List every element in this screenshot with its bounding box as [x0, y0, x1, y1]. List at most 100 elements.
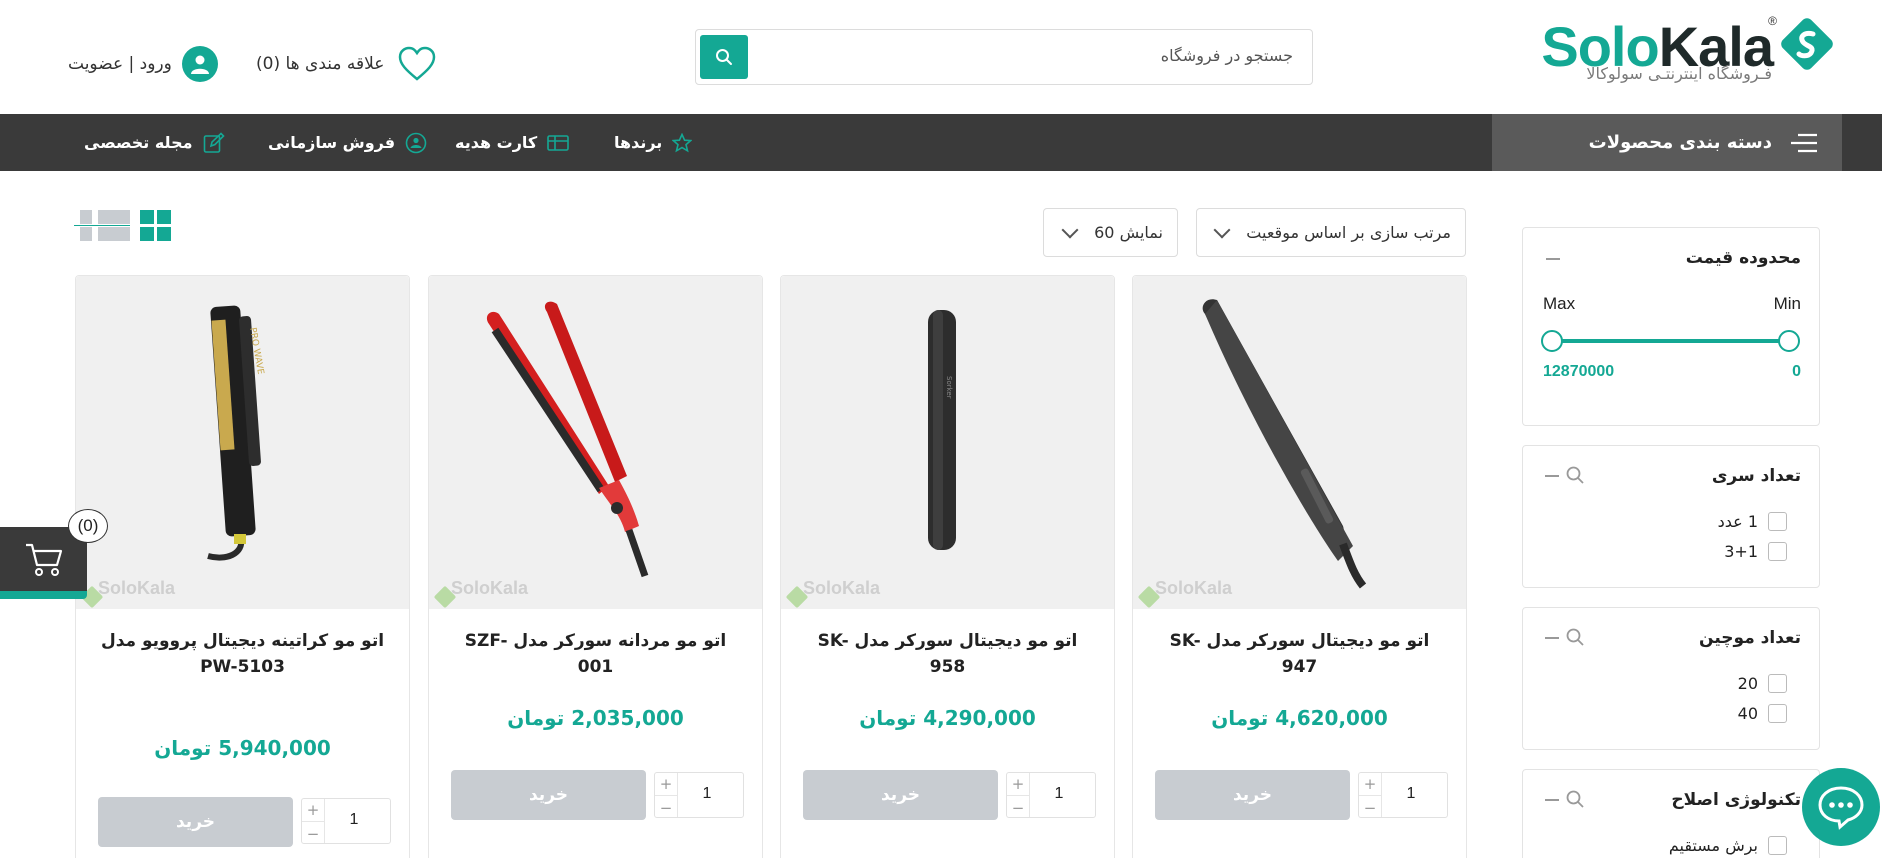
filter-price: محدوده قیمت Min Max 0 12870000 — [1522, 227, 1820, 426]
add-to-cart-button[interactable]: خرید — [98, 797, 293, 847]
filter-price-title: محدوده قیمت — [1685, 248, 1801, 268]
filter-option-label: 40 — [1737, 704, 1758, 723]
add-to-cart-button[interactable]: خرید — [803, 770, 998, 820]
filter-option[interactable]: 40 — [1738, 704, 1787, 723]
registered-mark: ® — [1768, 14, 1777, 28]
quantity-stepper[interactable]: + − 1 — [1358, 772, 1448, 818]
chevron-down-icon — [1213, 221, 1231, 238]
checkbox[interactable] — [1768, 704, 1787, 723]
add-to-cart-button[interactable]: خرید — [451, 770, 646, 820]
product-image[interactable]: Sorker SoloKala — [781, 276, 1114, 609]
product-image[interactable]: SoloKala — [429, 276, 762, 609]
quantity-input[interactable]: 1 — [334, 811, 374, 829]
quantity-input[interactable]: 1 — [1391, 785, 1431, 803]
product-title[interactable]: اتو مو مردانه سورکر مدل SZF-001 — [449, 628, 742, 680]
checkbox[interactable] — [1768, 512, 1787, 531]
price-max-handle[interactable] — [1541, 330, 1563, 352]
categories-menu-button[interactable]: دسته بندی محصولات — [1492, 114, 1842, 171]
filter-option-label: 3+1 — [1724, 542, 1758, 561]
checkbox[interactable] — [1768, 542, 1787, 561]
product-card[interactable]: SoloKala اتو مو مردانه سورکر مدل SZF-001… — [428, 275, 763, 858]
price-range-track[interactable] — [1553, 339, 1791, 343]
filter-option[interactable]: 20 — [1738, 674, 1787, 693]
qty-decrease-button[interactable]: − — [1007, 796, 1029, 819]
qty-increase-button[interactable]: + — [1007, 773, 1029, 796]
filter-heads-title: تعداد سری — [1711, 466, 1801, 486]
nav-item-brands[interactable]: برندها — [614, 114, 693, 171]
categories-label: دسته بندی محصولات — [1588, 132, 1772, 153]
nav-label-magazine: مجله تخصصی — [84, 133, 193, 152]
qty-increase-button[interactable]: + — [1359, 773, 1381, 796]
quantity-input[interactable]: 1 — [687, 785, 727, 803]
search-icon[interactable] — [1565, 627, 1585, 647]
quantity-stepper[interactable]: + − 1 — [301, 798, 391, 844]
wishlist-link[interactable]: علاقه مندی ها (0) — [256, 44, 436, 84]
sort-select[interactable]: مرتب سازی بر اساس موقعیت — [1196, 208, 1466, 257]
product-card[interactable]: SoloKala اتو مو دیجیتال سورکر مدل SK-947… — [1132, 275, 1467, 858]
star-icon — [672, 132, 693, 152]
product-card[interactable]: PRO WAVE SoloKala اتو مو کراتینه دیجیتال… — [75, 275, 410, 858]
svg-text:Sorker: Sorker — [945, 376, 953, 399]
logo-tagline: فـروشگاه اینترنتـی سولوکالا — [1586, 64, 1772, 83]
product-price: 4,290,000 تومان — [859, 706, 1036, 730]
qty-decrease-button[interactable]: − — [1359, 796, 1381, 819]
collapse-icon[interactable] — [1545, 799, 1559, 801]
price-min-value: 0 — [1792, 363, 1801, 380]
chat-button[interactable] — [1802, 768, 1880, 846]
nav-label-organization: فروش سازمانی — [268, 133, 396, 152]
nav-item-gift-card[interactable]: کارت هدیه — [455, 114, 570, 171]
grid-view-icon[interactable] — [140, 210, 172, 241]
search-input[interactable]: جستجو در فروشگاه — [1161, 46, 1293, 65]
quantity-stepper[interactable]: + − 1 — [654, 772, 744, 818]
search-icon[interactable] — [1565, 789, 1585, 809]
filter-option-label: 1 عدد — [1717, 512, 1758, 531]
qty-increase-button[interactable]: + — [302, 799, 324, 822]
filter-option-label: 20 — [1737, 674, 1758, 693]
quantity-stepper[interactable]: + − 1 — [1006, 772, 1096, 818]
product-title[interactable]: اتو مو دیجیتال سورکر مدل SK-947 — [1153, 628, 1446, 680]
product-title[interactable]: اتو مو دیجیتال سورکر مدل SK-958 — [801, 628, 1094, 680]
collapse-icon[interactable] — [1545, 475, 1559, 477]
user-icon — [181, 46, 218, 82]
filter-option-label: برش مستقیم — [1668, 836, 1758, 855]
page-size-select[interactable]: نمایش 60 — [1043, 208, 1178, 257]
checkbox[interactable] — [1768, 836, 1787, 855]
filter-heads: تعداد سری 1 عدد 3+1 — [1522, 445, 1820, 588]
search-icon — [716, 49, 732, 65]
filter-option[interactable]: 1 عدد — [1718, 512, 1787, 531]
quantity-input[interactable]: 1 — [1039, 785, 1079, 803]
checkbox[interactable] — [1768, 674, 1787, 693]
sort-select-label: مرتب سازی بر اساس موقعیت — [1246, 223, 1451, 242]
price-min-handle[interactable] — [1778, 330, 1800, 352]
product-card[interactable]: Sorker SoloKala اتو مو دیجیتال سورکر مدل… — [780, 275, 1115, 858]
collapse-icon[interactable] — [1545, 637, 1559, 639]
site-logo[interactable]: SoloKala ® فـروشگاه اینترنتـی سولوکالا — [1541, 14, 1835, 92]
product-price: 4,620,000 تومان — [1211, 706, 1388, 730]
filter-waves: تعداد موچین 20 40 — [1522, 607, 1820, 750]
qty-decrease-button[interactable]: − — [655, 796, 677, 819]
heart-icon — [399, 46, 436, 81]
product-image[interactable]: SoloKala — [1133, 276, 1466, 609]
search-bar[interactable]: جستجو در فروشگاه — [695, 29, 1313, 85]
filter-tech: تکنولوژی اصلاح برش مستقیم — [1522, 769, 1820, 858]
logo-mark-icon — [1781, 18, 1833, 70]
product-price: 2,035,000 تومان — [507, 706, 684, 730]
filter-option[interactable]: 3+1 — [1724, 542, 1787, 561]
product-title[interactable]: اتو مو کراتینه دیجیتال پروویو مدل PW-510… — [96, 628, 389, 680]
search-icon[interactable] — [1565, 465, 1585, 485]
cart-count-badge: (0) — [68, 509, 108, 543]
qty-decrease-button[interactable]: − — [302, 822, 324, 845]
nav-item-magazine[interactable]: مجله تخصصی — [84, 114, 225, 171]
nav-item-organization[interactable]: فروش سازمانی — [268, 114, 427, 171]
search-button[interactable] — [700, 35, 748, 79]
qty-increase-button[interactable]: + — [655, 773, 677, 796]
filter-tech-title: تکنولوژی اصلاح — [1671, 790, 1801, 810]
collapse-icon[interactable] — [1546, 258, 1560, 260]
add-to-cart-button[interactable]: خرید — [1155, 770, 1350, 820]
watermark: SoloKala — [803, 578, 881, 598]
login-link[interactable]: ورود | عضویت — [68, 44, 218, 84]
filter-option[interactable]: برش مستقیم — [1669, 836, 1787, 855]
list-view-icon[interactable] — [74, 210, 130, 241]
product-image[interactable]: PRO WAVE SoloKala — [76, 276, 409, 609]
cart-icon — [25, 543, 62, 576]
